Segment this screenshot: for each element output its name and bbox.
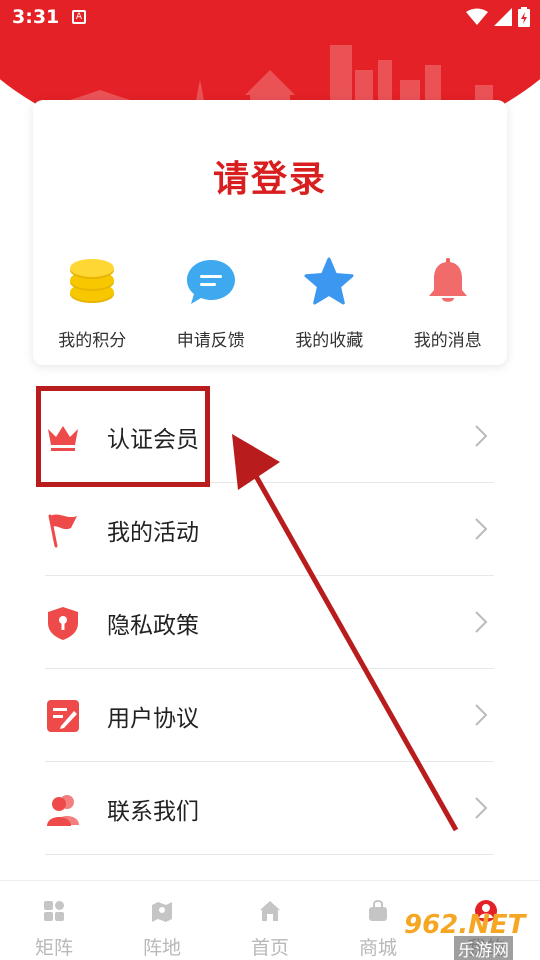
menu-item-contact-us[interactable]: 联系我们 bbox=[45, 762, 494, 855]
coins-icon bbox=[70, 259, 115, 303]
chevron-right-icon bbox=[475, 518, 488, 540]
battery-icon bbox=[518, 7, 530, 27]
quick-action-messages[interactable]: 我的消息 bbox=[389, 256, 508, 351]
tab-matrix[interactable]: 矩阵 bbox=[0, 881, 108, 960]
menu-item-label: 联系我们 bbox=[107, 799, 199, 825]
notification-icon: A bbox=[72, 10, 86, 24]
tab-home[interactable]: 首页 bbox=[216, 881, 324, 960]
menu-item-label: 我的活动 bbox=[107, 520, 199, 546]
chevron-right-icon bbox=[475, 704, 488, 726]
document-edit-icon bbox=[47, 700, 79, 732]
map-icon bbox=[152, 902, 172, 922]
bell-icon bbox=[428, 258, 467, 302]
tab-label: 首页 bbox=[250, 937, 289, 959]
quick-action-label: 我的消息 bbox=[413, 331, 482, 351]
status-icons bbox=[466, 7, 530, 27]
quick-action-feedback[interactable]: 申请反馈 bbox=[152, 256, 271, 351]
quick-action-favorites[interactable]: 我的收藏 bbox=[270, 256, 389, 351]
chevron-right-icon bbox=[475, 611, 488, 633]
shield-icon bbox=[48, 607, 78, 640]
menu-item-my-activities[interactable]: 我的活动 bbox=[45, 483, 494, 576]
shop-bag-icon bbox=[369, 900, 387, 921]
quick-action-label: 我的积分 bbox=[58, 331, 127, 351]
star-icon bbox=[304, 257, 354, 305]
login-title[interactable]: 请登录 bbox=[33, 150, 507, 202]
signal-icon bbox=[494, 8, 512, 26]
menu-item-label: 隐私政策 bbox=[107, 613, 199, 639]
status-time: 3:31 bbox=[12, 6, 60, 28]
menu-item-privacy-policy[interactable]: 隐私政策 bbox=[45, 576, 494, 669]
chat-bubble-icon bbox=[186, 260, 235, 304]
site-watermark: 962.NET 乐游网 bbox=[396, 906, 536, 960]
quick-action-points[interactable]: 我的积分 bbox=[33, 256, 152, 351]
menu-item-user-agreement[interactable]: 用户协议 bbox=[45, 669, 494, 762]
highlight-box-annotation bbox=[36, 386, 210, 487]
status-bar: 3:31 A bbox=[0, 0, 540, 38]
tab-label: 矩阵 bbox=[34, 937, 73, 959]
grid-icon bbox=[44, 901, 64, 921]
menu-item-label: 用户协议 bbox=[107, 706, 199, 732]
watermark-sub-text: 乐游网 bbox=[454, 936, 513, 960]
quick-action-label: 我的收藏 bbox=[295, 331, 364, 351]
quick-action-label: 申请反馈 bbox=[176, 331, 245, 351]
chevron-right-icon bbox=[475, 425, 488, 447]
contacts-icon bbox=[47, 795, 79, 826]
tab-position[interactable]: 阵地 bbox=[108, 881, 216, 960]
home-icon bbox=[260, 901, 280, 921]
login-card: 请登录 我的积分 申请反馈 我的收藏 我的消息 bbox=[33, 100, 507, 365]
tab-label: 阵地 bbox=[142, 937, 181, 959]
wifi-icon bbox=[466, 8, 488, 25]
quick-actions: 我的积分 申请反馈 我的收藏 我的消息 bbox=[33, 256, 507, 351]
flag-icon bbox=[48, 514, 77, 548]
chevron-right-icon bbox=[475, 797, 488, 819]
